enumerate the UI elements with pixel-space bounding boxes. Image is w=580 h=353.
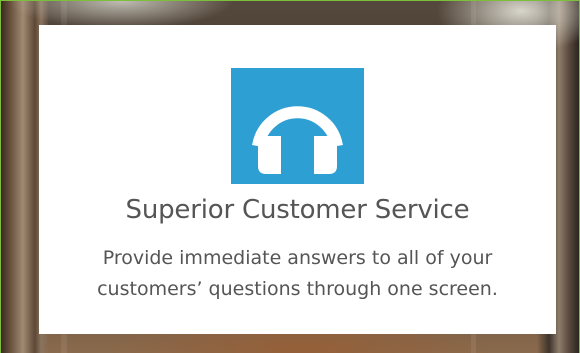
card-description: Provide immediate answers to all of your…: [39, 243, 556, 305]
feature-banner: Superior Customer Service Provide immedi…: [0, 0, 580, 353]
card-description-line-2: customers’ questions through one screen.: [97, 278, 498, 300]
headphones-icon-tile: [231, 68, 364, 184]
card-description-line-1: Provide immediate answers to all of your: [102, 247, 493, 269]
feature-card: Superior Customer Service Provide immedi…: [39, 25, 556, 334]
headphones-icon: [252, 106, 343, 174]
card-title: Superior Customer Service: [125, 195, 470, 225]
